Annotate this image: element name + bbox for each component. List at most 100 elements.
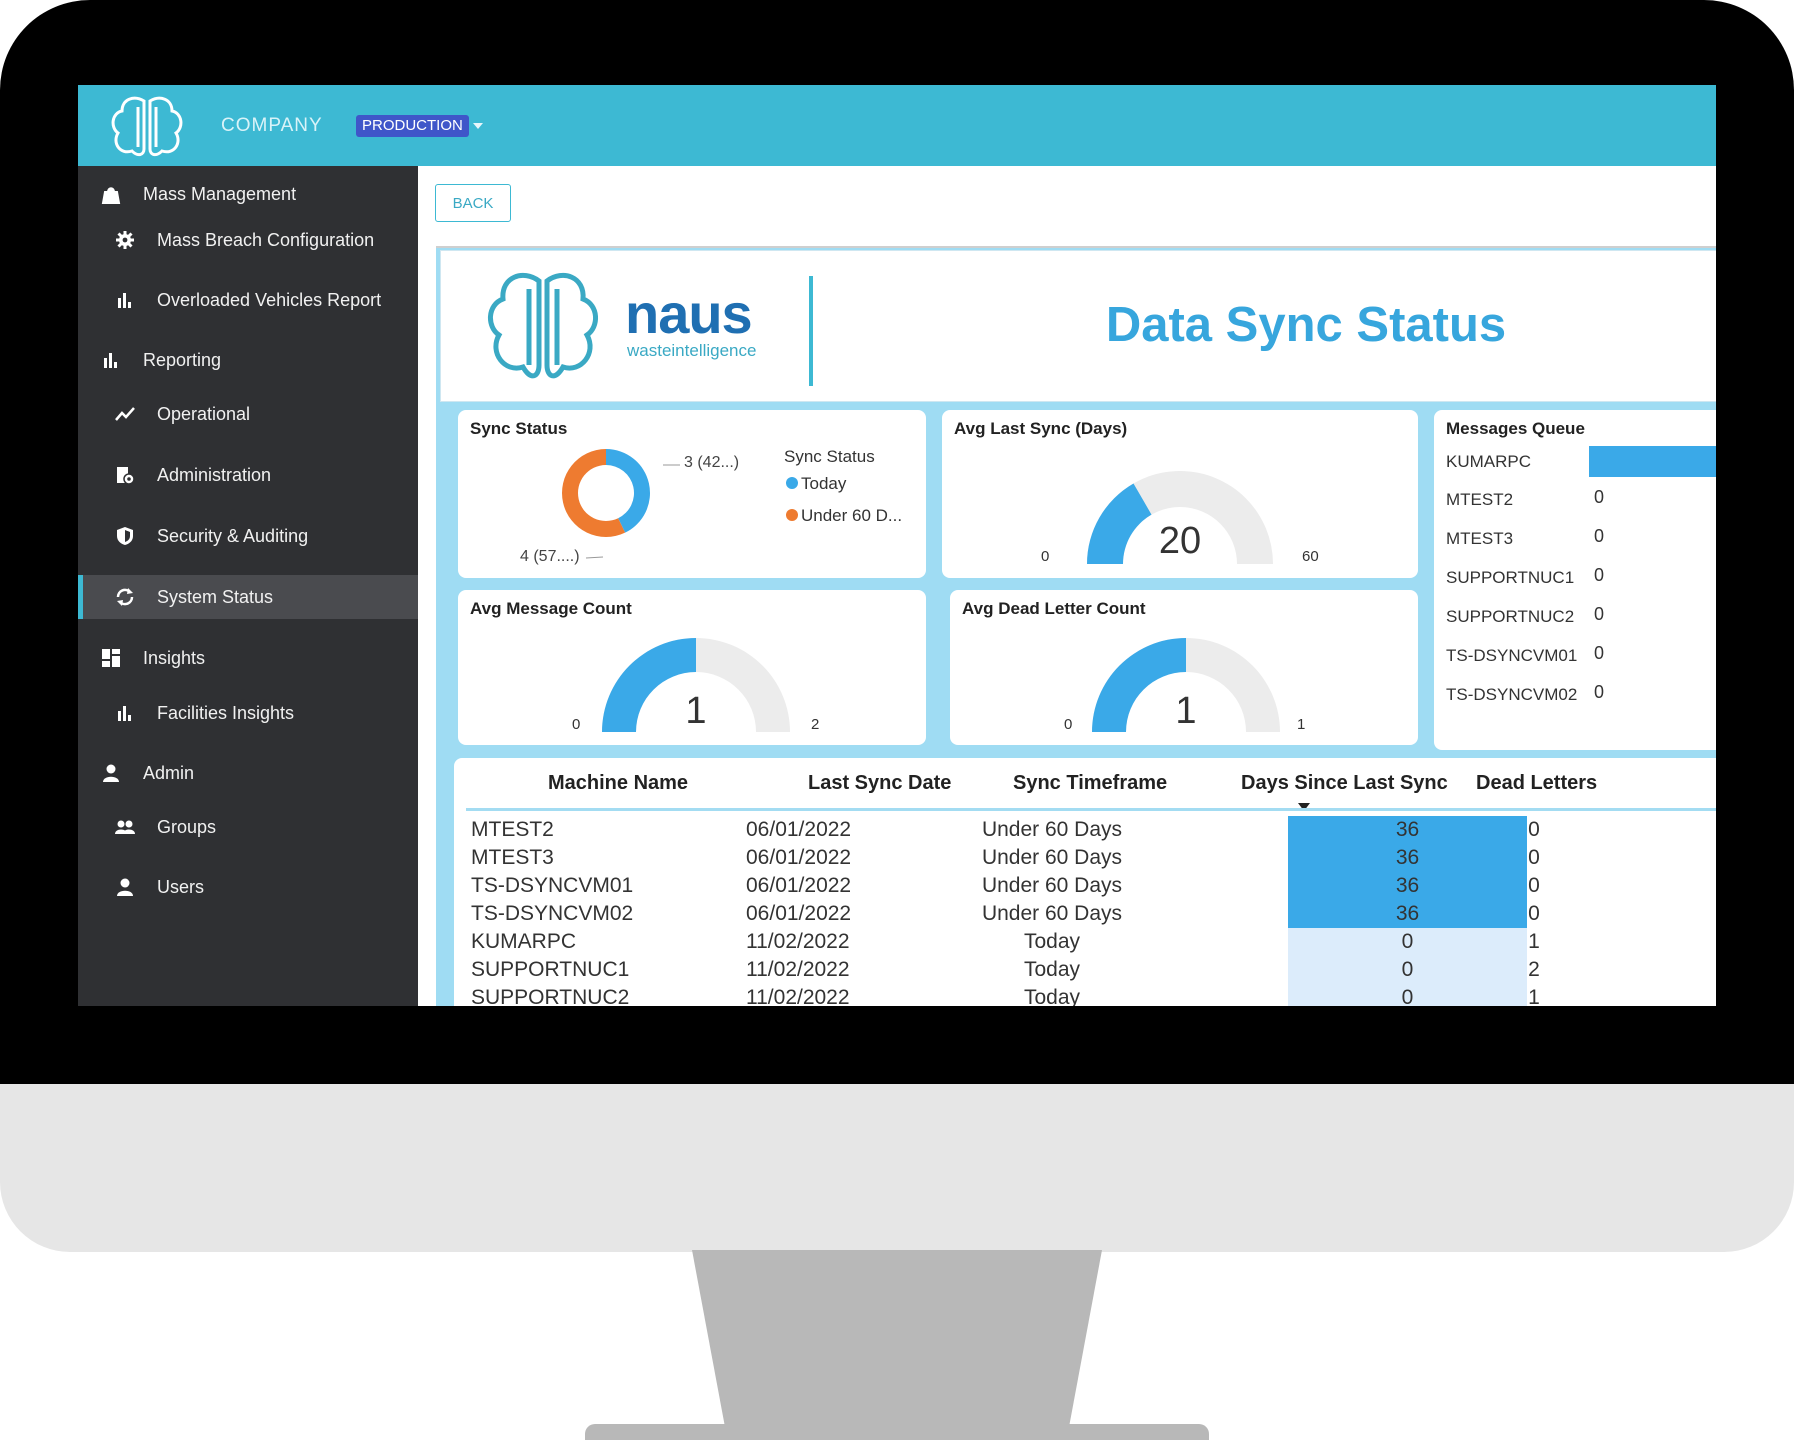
logo-tagline: wasteintelligence xyxy=(627,341,757,360)
cell-dead-letters: 0 xyxy=(1528,846,1540,869)
cell-last-sync-date: 11/02/2022 xyxy=(746,958,850,981)
monitor-base xyxy=(585,1424,1209,1440)
sidebar-item-label: Facilities Insights xyxy=(157,703,295,723)
sidebar-item-admin[interactable]: Admin xyxy=(78,751,418,795)
gauge-max: 2 xyxy=(811,716,820,733)
table-row[interactable]: TS-DSYNCVM02 06/01/2022 Under 60 Days 36 0 xyxy=(454,900,1716,928)
sidebar-item-operational[interactable]: Operational xyxy=(78,392,418,436)
avg-message-count-card[interactable]: Avg Message Count 0 2 1 xyxy=(458,590,926,745)
cell-dead-letters: 1 xyxy=(1528,986,1540,1006)
table-row[interactable]: KUMARPC 11/02/2022 Today 0 1 xyxy=(454,928,1716,956)
queue-row-name: KUMARPC xyxy=(1446,452,1532,471)
queue-row-name: TS-DSYNCVM02 xyxy=(1446,685,1578,704)
table-row[interactable]: SUPPORTNUC1 11/02/2022 Today 0 2 xyxy=(454,956,1716,984)
kumarpc-bar xyxy=(1589,446,1716,477)
chevron-down-icon[interactable] xyxy=(473,123,483,129)
gear-icon xyxy=(116,231,134,249)
donut-slice-today[interactable] xyxy=(606,449,650,533)
column-header-dead-letters[interactable]: Dead Letters xyxy=(1476,772,1597,795)
naus-logo-icon xyxy=(488,272,598,379)
sidebar-item-insights[interactable]: Insights xyxy=(78,636,418,680)
cell-last-sync-date: 06/01/2022 xyxy=(746,818,852,841)
sidebar-item-mass-management[interactable]: Mass Management xyxy=(78,172,418,216)
environment-selector[interactable]: PRODUCTION xyxy=(356,115,469,137)
brand-logo-icon[interactable] xyxy=(108,93,186,159)
sidebar-item-system-status[interactable]: System Status xyxy=(78,575,418,619)
cell-last-sync-date: 11/02/2022 xyxy=(746,986,850,1006)
back-button[interactable]: BACK xyxy=(435,184,511,222)
trend-line-icon xyxy=(115,407,135,421)
report-header: naus wasteintelligence Data Sync Status xyxy=(440,250,1716,402)
cell-sync-timeframe: Today xyxy=(1023,986,1081,1006)
monitor-chin xyxy=(0,1084,1794,1252)
cell-sync-timeframe: Under 60 Days xyxy=(981,846,1123,869)
messages-queue-card[interactable]: Messages Queue KUMARPC MTEST2 0 MTEST3 0… xyxy=(1434,410,1716,750)
cell-sync-timeframe: Under 60 Days xyxy=(981,874,1123,897)
column-header-last-sync-date[interactable]: Last Sync Date xyxy=(808,772,951,795)
page-title: Data Sync Status xyxy=(1105,298,1507,352)
cell-sync-timeframe: Under 60 Days xyxy=(981,902,1123,925)
sidebar-item-overloaded-vehicles-report[interactable]: Overloaded Vehicles Report xyxy=(78,278,418,322)
table-row[interactable]: MTEST2 06/01/2022 Under 60 Days 36 0 xyxy=(454,816,1716,844)
cell-machine-name: KUMARPC xyxy=(471,930,577,953)
cell-dead-letters: 0 xyxy=(1528,902,1540,925)
shield-icon xyxy=(117,527,133,545)
sidebar-item-label: Overloaded Vehicles Report xyxy=(157,290,382,310)
sidebar-item-users[interactable]: Users xyxy=(78,865,418,909)
bar-chart-icon xyxy=(118,706,131,721)
table-row[interactable]: MTEST3 06/01/2022 Under 60 Days 36 0 xyxy=(454,844,1716,872)
sidebar-item-facilities-insights[interactable]: Facilities Insights xyxy=(78,691,418,735)
bar-chart-icon xyxy=(104,353,117,368)
cell-sync-timeframe: Today xyxy=(1023,930,1081,953)
sidebar-item-label: Administration xyxy=(157,465,272,485)
avg-last-sync-card[interactable]: Avg Last Sync (Days) 0 60 20 xyxy=(942,410,1418,578)
bar-chart-icon xyxy=(118,293,131,308)
queue-row-value: 0 xyxy=(1594,682,1605,702)
app-screen: COMPANY PRODUCTION Mass Management Mass … xyxy=(78,85,1716,1006)
sidebar-item-reporting[interactable]: Reporting xyxy=(78,338,418,382)
legend-item-today[interactable]: Today xyxy=(786,474,846,494)
column-header-machine-name[interactable]: Machine Name xyxy=(548,772,688,795)
sidebar-item-security-auditing[interactable]: Security & Auditing xyxy=(78,514,418,558)
gauge-value: 1 xyxy=(1175,690,1197,732)
sidebar-item-label: Mass Management xyxy=(143,184,297,204)
queue-row-name: SUPPORTNUC1 xyxy=(1446,568,1575,587)
person-icon xyxy=(103,764,119,782)
cell-sync-timeframe: Today xyxy=(1023,958,1081,981)
column-header-sync-timeframe[interactable]: Sync Timeframe xyxy=(1013,772,1167,795)
cell-sync-timeframe: Under 60 Days xyxy=(981,818,1123,841)
sidebar-item-label: Users xyxy=(157,877,205,897)
legend-item-under-60[interactable]: Under 60 D... xyxy=(786,506,902,526)
column-header-days-since-last-sync[interactable]: Days Since Last Sync xyxy=(1241,772,1448,795)
gauge-min: 0 xyxy=(1041,548,1050,565)
sidebar-item-label: System Status xyxy=(157,587,274,607)
top-bar: COMPANY PRODUCTION xyxy=(78,85,1716,166)
sidebar-item-groups[interactable]: Groups xyxy=(78,805,418,849)
table-row[interactable]: SUPPORTNUC2 11/02/2022 Today 0 1 xyxy=(454,984,1716,1006)
table-row[interactable]: TS-DSYNCVM01 06/01/2022 Under 60 Days 36 0 xyxy=(454,872,1716,900)
cell-last-sync-date: 06/01/2022 xyxy=(746,874,852,897)
sync-status-card[interactable]: Sync Status 3 (42...) 4 (57....) Sync St… xyxy=(458,410,926,578)
gauge-max: 60 xyxy=(1302,548,1319,565)
header-divider xyxy=(809,276,813,386)
queue-row-value: 0 xyxy=(1594,487,1605,507)
sidebar-item-administration[interactable]: Administration xyxy=(78,453,418,497)
cell-machine-name: MTEST3 xyxy=(471,846,554,869)
queue-row-value: 0 xyxy=(1594,526,1605,546)
queue-row-value: 0 xyxy=(1594,604,1605,624)
sidebar-item-label: Groups xyxy=(157,817,217,837)
sidebar-item-label: Admin xyxy=(143,763,195,783)
sidebar-item-label: Security & Auditing xyxy=(157,526,309,546)
cell-dead-letters: 1 xyxy=(1528,930,1540,953)
sidebar-item-mass-breach-configuration[interactable]: Mass Breach Configuration xyxy=(78,218,418,262)
cell-last-sync-date: 11/02/2022 xyxy=(746,930,850,953)
legend-title: Sync Status xyxy=(784,447,875,466)
sidebar-item-label: Reporting xyxy=(143,350,222,370)
queue-row-name: TS-DSYNCVM01 xyxy=(1446,646,1578,665)
header-divider xyxy=(466,808,1716,811)
report-canvas: naus wasteintelligence Data Sync Status … xyxy=(436,246,1716,1006)
legend-label: Under 60 D... xyxy=(801,506,903,525)
avg-dead-letter-count-card[interactable]: Avg Dead Letter Count 0 1 1 xyxy=(950,590,1418,745)
cell-machine-name: SUPPORTNUC2 xyxy=(471,986,630,1006)
cell-machine-name: TS-DSYNCVM01 xyxy=(471,874,634,897)
